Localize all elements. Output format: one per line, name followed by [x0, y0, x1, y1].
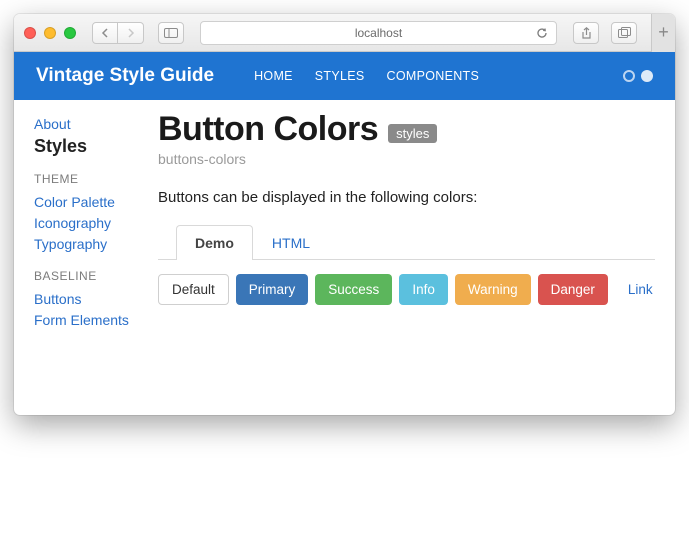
nav-links: HOME STYLES COMPONENTS	[254, 69, 479, 83]
content: About Styles THEME Color Palette Iconogr…	[14, 100, 675, 415]
sidebar-link-color-palette[interactable]: Color Palette	[34, 192, 136, 213]
intro-text: Buttons can be displayed in the followin…	[158, 189, 655, 206]
nav-buttons	[92, 22, 144, 44]
url-text: localhost	[355, 26, 402, 40]
sidebar-toggle-button[interactable]	[158, 22, 184, 44]
close-icon[interactable]	[24, 27, 36, 39]
tabs-button[interactable]	[611, 22, 637, 44]
circle-solid-icon	[641, 70, 653, 82]
sidebar-link-buttons[interactable]: Buttons	[34, 289, 136, 310]
nav-link-home[interactable]: HOME	[254, 69, 293, 83]
tabs-icon	[618, 27, 631, 38]
forward-button[interactable]	[118, 22, 144, 44]
brand[interactable]: Vintage Style Guide	[36, 65, 214, 87]
sidebar-heading-baseline: BASELINE	[34, 269, 136, 283]
button-row: Default Primary Success Info Warning Dan…	[158, 260, 655, 305]
url-bar[interactable]: localhost	[200, 21, 557, 45]
reload-button[interactable]	[536, 27, 548, 39]
reload-icon	[536, 27, 548, 39]
tab-html[interactable]: HTML	[253, 225, 329, 260]
button-warning[interactable]: Warning	[455, 274, 531, 305]
tabbar: Demo HTML	[158, 224, 655, 260]
browser-window: localhost + Vintage Style Guide HOME STY…	[14, 14, 675, 415]
nav-link-styles[interactable]: STYLES	[315, 69, 365, 83]
sidebar-link-typography[interactable]: Typography	[34, 234, 136, 255]
tab-demo[interactable]: Demo	[176, 225, 253, 260]
share-icon	[581, 27, 592, 39]
main: Button Colors styles buttons-colors Butt…	[142, 100, 675, 415]
title-row: Button Colors styles	[158, 110, 655, 149]
sidebar-link-form-elements[interactable]: Form Elements	[34, 310, 136, 331]
sidebar-current: Styles	[34, 135, 136, 158]
minimize-icon[interactable]	[44, 27, 56, 39]
titlebar: localhost +	[14, 14, 675, 52]
button-info[interactable]: Info	[399, 274, 448, 305]
sidebar: About Styles THEME Color Palette Iconogr…	[14, 100, 142, 415]
sidebar-icon	[164, 28, 178, 38]
page-title: Button Colors	[158, 110, 378, 149]
share-button[interactable]	[573, 22, 599, 44]
category-badge: styles	[388, 124, 437, 143]
chevron-left-icon	[101, 28, 109, 38]
button-primary[interactable]: Primary	[236, 274, 309, 305]
sidebar-link-about[interactable]: About	[34, 114, 136, 135]
new-tab-button[interactable]: +	[651, 14, 675, 52]
back-button[interactable]	[92, 22, 118, 44]
button-link[interactable]: Link	[615, 274, 666, 305]
top-nav: Vintage Style Guide HOME STYLES COMPONEN…	[14, 52, 675, 100]
zoom-icon[interactable]	[64, 27, 76, 39]
sidebar-link-iconography[interactable]: Iconography	[34, 213, 136, 234]
button-default[interactable]: Default	[158, 274, 229, 305]
page-slug: buttons-colors	[158, 151, 655, 167]
sidebar-heading-theme: THEME	[34, 172, 136, 186]
theme-toggle[interactable]	[623, 70, 653, 82]
chevron-right-icon	[127, 28, 135, 38]
circle-outline-icon	[623, 70, 635, 82]
button-danger[interactable]: Danger	[538, 274, 608, 305]
button-success[interactable]: Success	[315, 274, 392, 305]
window-controls	[24, 27, 76, 39]
nav-link-components[interactable]: COMPONENTS	[387, 69, 480, 83]
